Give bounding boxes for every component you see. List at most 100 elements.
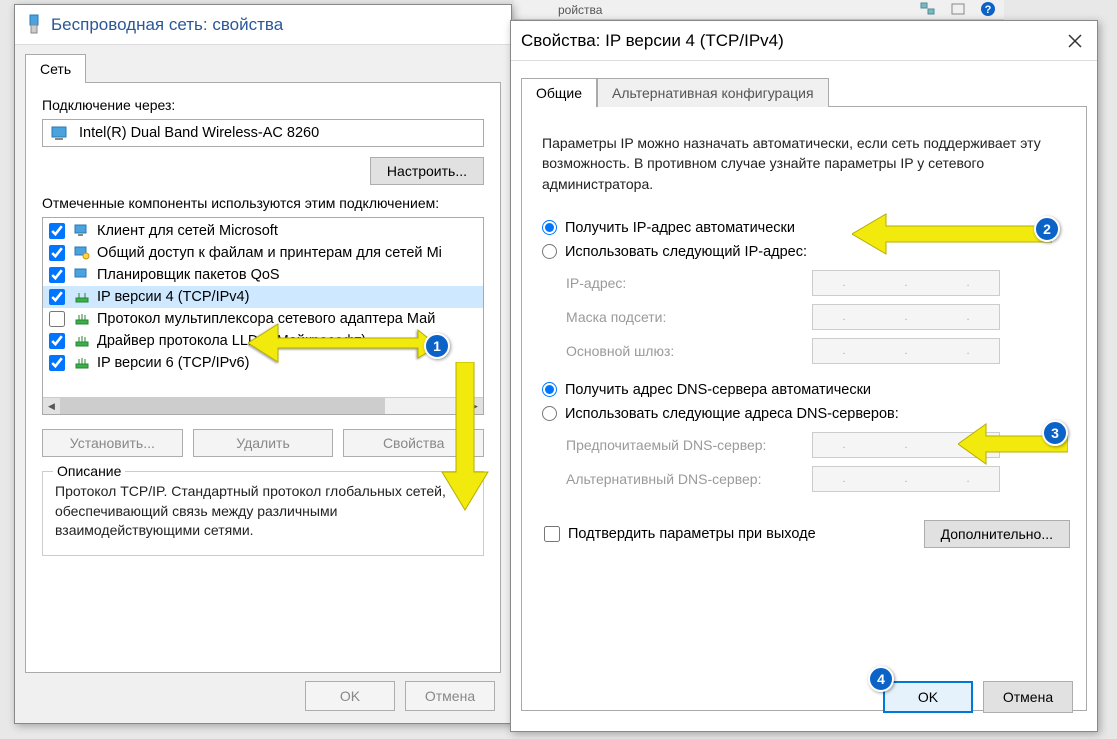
adapter-name: Intel(R) Dual Band Wireless-AC 8260 — [79, 125, 319, 141]
tab-alternative-label: Альтернативная конфигурация — [612, 85, 813, 101]
win2-cancel-button[interactable]: Отмена — [983, 681, 1073, 713]
component-item[interactable]: Общий доступ к файлам и принтерам для се… — [43, 242, 483, 264]
component-item[interactable]: Протокол мультиплексора сетевого адаптер… — [43, 308, 483, 330]
confirm-on-exit-checkbox[interactable]: Подтвердить параметры при выходе — [538, 526, 816, 542]
component-icon — [73, 222, 91, 240]
scroll-right-arrow-icon[interactable]: ▶ — [466, 398, 483, 414]
win1-cancel-label: Отмена — [425, 688, 475, 704]
svg-text:?: ? — [985, 4, 992, 16]
advanced-button-label: Дополнительно... — [941, 526, 1053, 542]
components-label: Отмеченные компоненты используются этим … — [42, 195, 484, 211]
bg-title: ройства — [558, 3, 602, 17]
win1-title: Беспроводная сеть: свойства — [51, 15, 501, 35]
dns1-input: ... — [812, 432, 1000, 458]
component-label: Планировщик пакетов QoS — [97, 267, 280, 283]
component-label: Общий доступ к файлам и принтерам для се… — [97, 245, 442, 261]
ipv4-properties-window: Свойства: IP версии 4 (TCP/IPv4) Общие А… — [510, 20, 1098, 732]
configure-button[interactable]: Настроить... — [370, 157, 484, 185]
install-button[interactable]: Установить... — [42, 429, 183, 457]
advanced-button[interactable]: Дополнительно... — [924, 520, 1070, 548]
ip-address-label: IP-адрес: — [566, 275, 812, 291]
properties-button[interactable]: Свойства — [343, 429, 484, 457]
confirm-on-exit-input[interactable] — [544, 526, 560, 542]
radio-ip-manual-label: Использовать следующий IP-адрес: — [565, 244, 807, 260]
win2-ok-label: OK — [918, 689, 938, 705]
component-item[interactable]: IP версии 4 (TCP/IPv4) — [43, 286, 483, 308]
win2-title: Свойства: IP версии 4 (TCP/IPv4) — [521, 31, 1063, 51]
dns2-label: Альтернативный DNS-сервер: — [566, 471, 812, 487]
radio-dns-manual-label: Использовать следующие адреса DNS-сервер… — [565, 406, 899, 422]
component-checkbox[interactable] — [49, 311, 65, 327]
radio-ip-auto[interactable]: Получить IP-адрес автоматически — [542, 216, 1070, 240]
description-legend: Описание — [53, 463, 125, 479]
radio-dns-auto[interactable]: Получить адрес DNS-сервера автоматически — [542, 378, 1070, 402]
description-fieldset: Описание Протокол TCP/IP. Стандартный пр… — [42, 471, 484, 556]
tab-general[interactable]: Общие — [521, 78, 597, 107]
info-text: Параметры IP можно назначать автоматичес… — [538, 121, 1070, 212]
dns2-input: ... — [812, 466, 1000, 492]
component-checkbox[interactable] — [49, 289, 65, 305]
radio-dns-auto-input[interactable] — [542, 382, 557, 397]
bg-icon-1 — [920, 1, 936, 17]
background-window-titlebar: ройства ? — [514, 0, 1004, 20]
annotation-badge-4: 4 — [868, 666, 894, 692]
component-item[interactable]: Клиент для сетей Microsoft — [43, 220, 483, 242]
component-checkbox[interactable] — [49, 355, 65, 371]
close-icon[interactable] — [1063, 29, 1087, 53]
component-label: IP версии 4 (TCP/IPv4) — [97, 289, 249, 305]
radio-dns-manual-input[interactable] — [542, 406, 557, 421]
component-item[interactable]: Драйвер протокола LLDP (Майкрософт) — [43, 330, 483, 352]
adapter-box[interactable]: Intel(R) Dual Band Wireless-AC 8260 — [42, 119, 484, 147]
radio-ip-manual[interactable]: Использовать следующий IP-адрес: — [542, 240, 1070, 264]
component-icon — [73, 244, 91, 262]
tab-alternative[interactable]: Альтернативная конфигурация — [597, 78, 828, 107]
scroll-left-arrow-icon[interactable]: ◀ — [43, 398, 60, 414]
horizontal-scrollbar[interactable]: ◀ ▶ — [43, 397, 483, 414]
component-item[interactable]: Планировщик пакетов QoS — [43, 264, 483, 286]
component-icon — [73, 332, 91, 350]
component-label: Клиент для сетей Microsoft — [97, 223, 278, 239]
radio-ip-auto-label: Получить IP-адрес автоматически — [565, 220, 795, 236]
bg-icon-2 — [950, 1, 966, 17]
radio-dns-manual[interactable]: Использовать следующие адреса DNS-сервер… — [542, 402, 1070, 426]
component-icon — [73, 310, 91, 328]
gateway-label: Основной шлюз: — [566, 343, 812, 359]
component-item[interactable]: IP версии 6 (TCP/IPv6) — [43, 352, 483, 374]
annotation-badge-1: 1 — [424, 333, 450, 359]
annotation-badge-3: 3 — [1042, 420, 1068, 446]
win2-titlebar[interactable]: Свойства: IP версии 4 (TCP/IPv4) — [511, 21, 1097, 61]
wireless-properties-window: Беспроводная сеть: свойства Сеть Подключ… — [14, 4, 512, 724]
radio-ip-auto-input[interactable] — [542, 220, 557, 235]
radio-ip-manual-input[interactable] — [542, 244, 557, 259]
win2-ok-button[interactable]: OK — [883, 681, 973, 713]
win1-cancel-button[interactable]: Отмена — [405, 681, 495, 711]
components-list[interactable]: Клиент для сетей Microsoft Общий доступ к… — [42, 217, 484, 415]
confirm-on-exit-label: Подтвердить параметры при выходе — [568, 526, 816, 542]
win1-ok-button[interactable]: OK — [305, 681, 395, 711]
component-icon — [73, 354, 91, 372]
component-checkbox[interactable] — [49, 267, 65, 283]
win2-cancel-label: Отмена — [1003, 689, 1053, 705]
subnet-mask-label: Маска подсети: — [566, 309, 812, 325]
component-icon — [73, 288, 91, 306]
component-checkbox[interactable] — [49, 223, 65, 239]
component-checkbox[interactable] — [49, 333, 65, 349]
connect-through-label: Подключение через: — [42, 97, 484, 113]
component-label: IP версии 6 (TCP/IPv6) — [97, 355, 249, 371]
win1-ok-label: OK — [340, 688, 360, 704]
scrollbar-thumb[interactable] — [60, 398, 385, 414]
win1-titlebar[interactable]: Беспроводная сеть: свойства — [15, 5, 511, 45]
description-text: Протокол TCP/IP. Стандартный протокол гл… — [55, 482, 471, 541]
tab-general-label: Общие — [536, 85, 582, 101]
tab-network[interactable]: Сеть — [25, 54, 86, 83]
subnet-mask-input: ... — [812, 304, 1000, 330]
component-checkbox[interactable] — [49, 245, 65, 261]
properties-button-label: Свойства — [383, 435, 444, 451]
usb-icon — [25, 13, 43, 37]
ip-address-input: ... — [812, 270, 1000, 296]
remove-button-label: Удалить — [236, 435, 289, 451]
annotation-badge-2: 2 — [1034, 216, 1060, 242]
gateway-input: ... — [812, 338, 1000, 364]
dns1-label: Предпочитаемый DNS-сервер: — [566, 437, 812, 453]
remove-button[interactable]: Удалить — [193, 429, 334, 457]
